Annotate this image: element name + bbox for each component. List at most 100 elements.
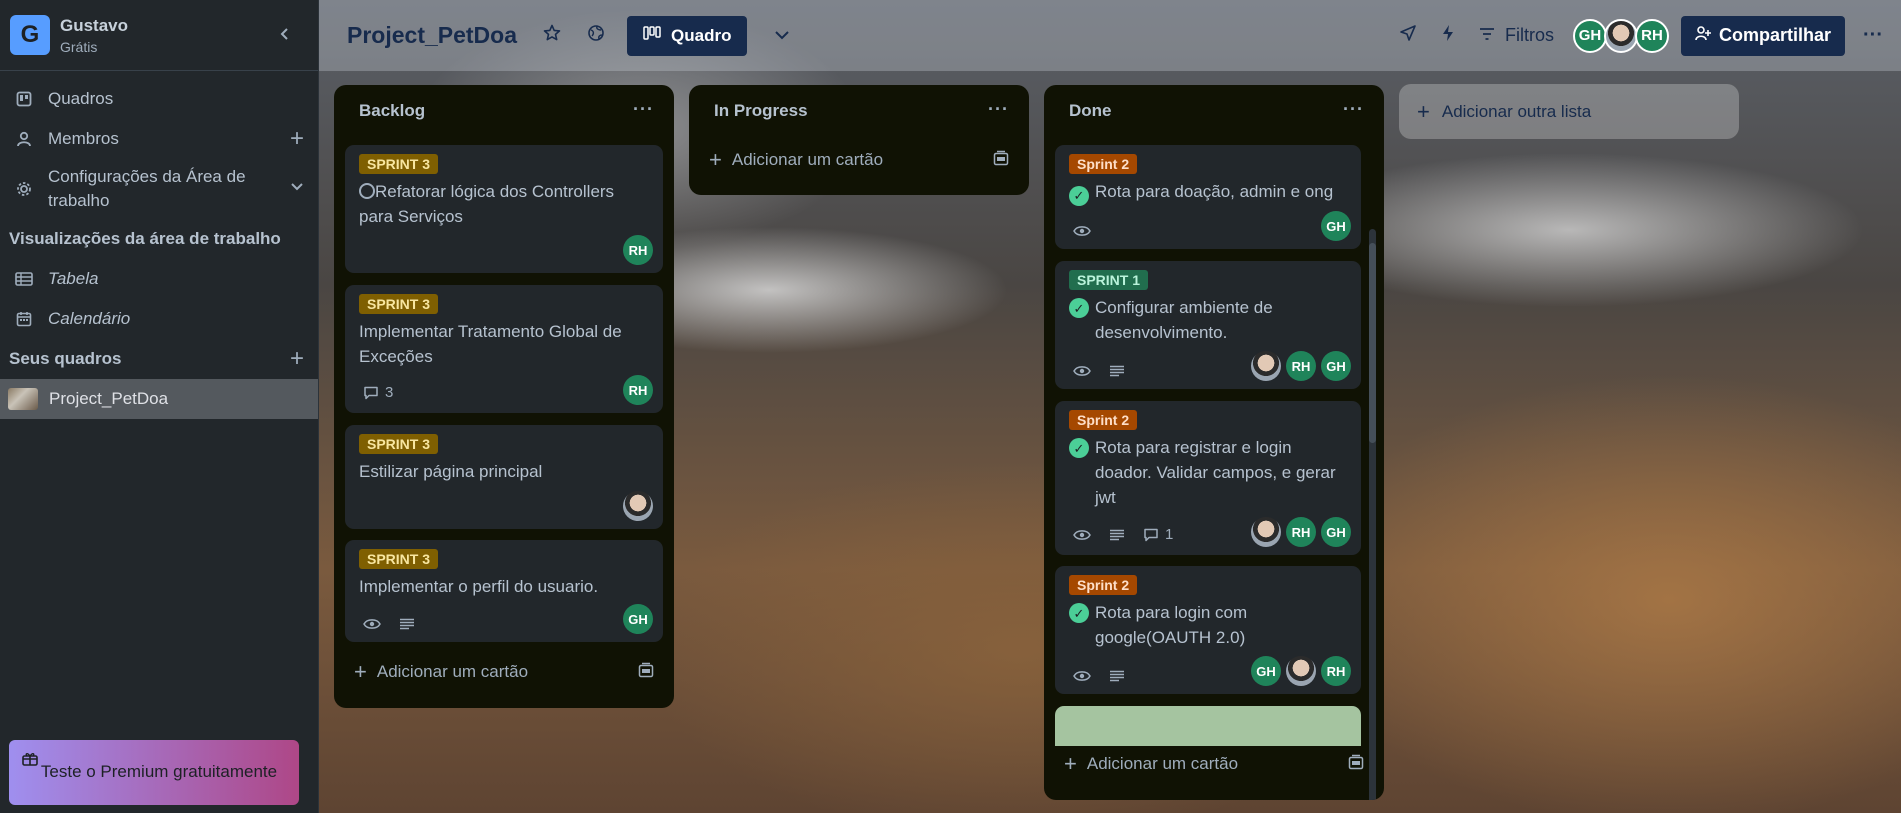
comments-count: 1 xyxy=(1165,526,1174,543)
card[interactable]: SPRINT 3 Refatorar lógica dos Controller… xyxy=(345,145,663,273)
filters-button[interactable]: Filtros xyxy=(1479,25,1554,46)
share-label: Compartilhar xyxy=(1718,25,1832,45)
description-icon xyxy=(1109,365,1125,377)
card[interactable]: Sprint 2 ✓ Rota para login com google(OAU… xyxy=(1055,566,1361,694)
member-avatar-photo[interactable] xyxy=(1251,517,1281,547)
check-icon[interactable]: ✓ xyxy=(1069,603,1089,623)
member-avatar[interactable]: GH xyxy=(1321,351,1351,381)
premium-trial-button[interactable]: Teste o Premium gratuitamente xyxy=(9,740,299,805)
add-card-button[interactable]: + Adicionar um cartão xyxy=(354,659,654,685)
member-avatar[interactable]: RH xyxy=(1286,351,1316,381)
sidebar-item-members[interactable]: Membros + xyxy=(0,119,318,159)
add-board-icon[interactable]: + xyxy=(290,345,304,373)
card-title-text: Rota para registrar e login doador. Vali… xyxy=(1095,438,1336,507)
card-label[interactable]: Sprint 2 xyxy=(1069,410,1138,430)
complete-circle-icon[interactable] xyxy=(359,183,375,199)
card-title: Implementar o perfil do usuario. xyxy=(359,577,599,596)
check-icon[interactable]: ✓ xyxy=(1069,298,1089,318)
globe-icon[interactable] xyxy=(587,24,605,48)
member-avatar-photo[interactable] xyxy=(1603,18,1638,53)
card[interactable]: SPRINT 3 Implementar o perfil do usuario… xyxy=(345,540,663,642)
template-icon[interactable] xyxy=(993,150,1009,170)
sidebar-item-settings[interactable]: Configurações da Área de trabalho xyxy=(0,159,318,219)
more-icon[interactable]: ··· xyxy=(988,99,1009,120)
card-title: ✓ Rota para login com google(OAUTH 2.0) xyxy=(1069,600,1347,650)
add-card-button[interactable]: + Adicionar um cartão xyxy=(709,147,1009,173)
card[interactable]: SPRINT 3 Estilizar página principal xyxy=(345,425,663,529)
comments-badge: 3 xyxy=(363,384,393,401)
rocket-icon[interactable] xyxy=(1399,24,1417,47)
card-label[interactable]: Sprint 2 xyxy=(1069,575,1138,595)
template-icon[interactable] xyxy=(638,662,654,682)
more-icon[interactable]: ··· xyxy=(1863,24,1883,47)
add-member-icon[interactable]: + xyxy=(290,125,304,153)
chevron-left-icon[interactable] xyxy=(278,24,292,47)
more-icon[interactable]: ··· xyxy=(1343,99,1364,120)
card[interactable]: SPRINT 1 ✓ Configurar ambiente de desenvo… xyxy=(1055,261,1361,389)
member-avatar[interactable]: RH xyxy=(1286,517,1316,547)
member-avatar[interactable]: GH xyxy=(1321,517,1351,547)
card-members xyxy=(618,491,653,521)
sidebar-item-calendar[interactable]: Calendário xyxy=(0,299,318,339)
card-badges: 3 xyxy=(363,384,411,401)
card-cover[interactable] xyxy=(1055,706,1361,746)
card-members: RH GH xyxy=(1246,351,1351,381)
card-label[interactable]: SPRINT 3 xyxy=(359,549,439,569)
card-label[interactable]: SPRINT 3 xyxy=(359,154,439,174)
workspace-logo[interactable]: G xyxy=(10,15,50,55)
member-avatar-photo[interactable] xyxy=(1286,656,1316,686)
sidebar-item-table[interactable]: Tabela xyxy=(0,259,318,299)
sidebar-board-item[interactable]: Project_PetDoa xyxy=(0,379,318,419)
card-label[interactable]: SPRINT 1 xyxy=(1069,270,1149,290)
sidebar-item-label: Tabela xyxy=(48,269,99,288)
scrollbar-thumb[interactable] xyxy=(1369,243,1376,443)
check-icon[interactable]: ✓ xyxy=(1069,185,1089,206)
card[interactable]: Sprint 2 ✓ Rota para doação, admin e ong … xyxy=(1055,145,1361,249)
card[interactable]: Sprint 2 ✓ Rota para registrar e login do… xyxy=(1055,401,1361,555)
member-avatar[interactable]: GH xyxy=(623,604,653,634)
board-title[interactable]: Project_PetDoa xyxy=(347,22,517,49)
chevron-down-icon[interactable] xyxy=(773,24,791,47)
card-badges xyxy=(1073,225,1109,237)
star-icon[interactable] xyxy=(543,24,561,48)
member-avatar[interactable]: RH xyxy=(1321,656,1351,686)
list-header[interactable]: Done ··· xyxy=(1044,85,1384,137)
list-header[interactable]: Backlog ··· xyxy=(334,85,674,137)
member-avatar[interactable]: RH xyxy=(623,375,653,405)
plus-icon: + xyxy=(1417,98,1430,124)
member-avatar[interactable]: GH xyxy=(1321,211,1351,241)
add-list-button[interactable]: + Adicionar outra lista xyxy=(1399,84,1739,139)
list-scrollbar[interactable] xyxy=(1369,229,1376,800)
sidebar-item-label: Configurações da Área de trabalho xyxy=(48,167,246,210)
table-icon xyxy=(14,269,34,289)
eye-icon xyxy=(1073,365,1091,377)
member-avatar[interactable]: RH xyxy=(1634,18,1669,53)
automation-icon[interactable] xyxy=(1441,24,1455,47)
sidebar-item-label: Quadros xyxy=(48,89,114,108)
card-title-text: Refatorar lógica dos Controllers para Se… xyxy=(359,182,615,226)
chevron-down-icon[interactable] xyxy=(290,178,304,200)
share-button[interactable]: Compartilhar xyxy=(1680,15,1846,56)
member-avatar[interactable]: GH xyxy=(1251,656,1281,686)
card-label[interactable]: Sprint 2 xyxy=(1069,154,1138,174)
template-icon[interactable] xyxy=(1348,754,1364,774)
member-avatar-photo[interactable] xyxy=(623,491,653,521)
list-header[interactable]: In Progress ··· xyxy=(689,85,1029,137)
add-card-label: Adicionar um cartão xyxy=(1086,754,1239,773)
card-title: ✓ Rota para doação, admin e ong xyxy=(1069,179,1347,206)
list-done: Done ··· Sprint 2 ✓ Rota para doação, adm… xyxy=(1044,85,1384,800)
check-icon[interactable]: ✓ xyxy=(1069,438,1089,458)
member-avatar[interactable]: RH xyxy=(623,235,653,265)
member-avatar-photo[interactable] xyxy=(1251,351,1281,381)
card[interactable]: SPRINT 3 Implementar Tratamento Global d… xyxy=(345,285,663,413)
add-card-label: Adicionar um cartão xyxy=(376,662,529,681)
sidebar-item-boards[interactable]: Quadros xyxy=(0,79,318,119)
more-icon[interactable]: ··· xyxy=(633,99,654,120)
list-title: Done xyxy=(1069,101,1112,120)
card-label[interactable]: SPRINT 3 xyxy=(359,294,439,314)
list-backlog: Backlog ··· SPRINT 3 Refatorar lógica do… xyxy=(334,85,674,708)
card-label[interactable]: SPRINT 3 xyxy=(359,434,439,454)
add-card-button[interactable]: + Adicionar um cartão xyxy=(1064,751,1364,777)
member-avatar[interactable]: GH xyxy=(1572,18,1607,53)
board-view-button[interactable]: Quadro xyxy=(627,15,748,56)
